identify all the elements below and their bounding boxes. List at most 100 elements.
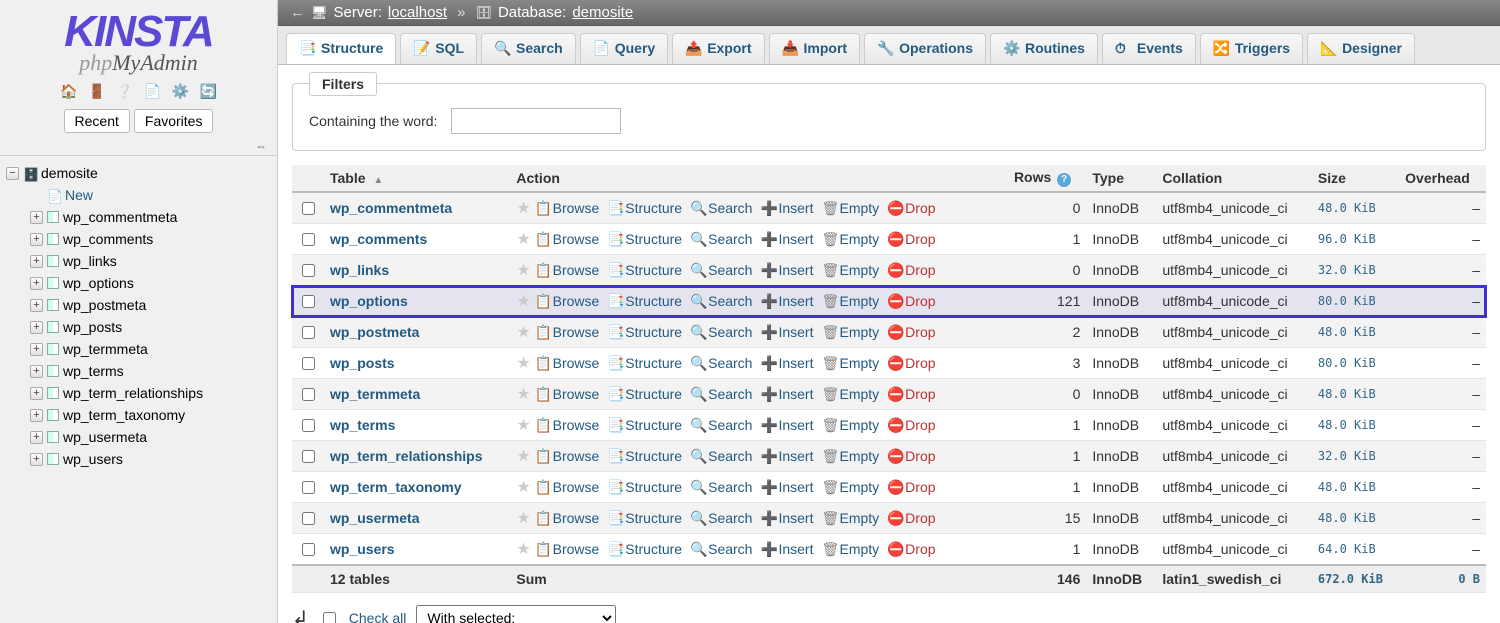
drop-link[interactable]: Drop bbox=[887, 417, 935, 433]
table-name-link[interactable]: wp_postmeta bbox=[330, 324, 419, 340]
structure-link[interactable]: Structure bbox=[607, 386, 682, 402]
drop-link[interactable]: Drop bbox=[887, 479, 935, 495]
reload-icon[interactable] bbox=[198, 83, 218, 99]
structure-link[interactable]: Structure bbox=[607, 293, 682, 309]
structure-link[interactable]: Structure bbox=[607, 262, 682, 278]
insert-link[interactable]: Insert bbox=[760, 293, 813, 309]
browse-link[interactable]: Browse bbox=[535, 324, 600, 340]
search-link[interactable]: Search bbox=[690, 541, 752, 557]
tree-expand-icon[interactable]: + bbox=[30, 387, 43, 400]
tree-new-row[interactable]: New bbox=[4, 184, 277, 206]
tree-table-name[interactable]: wp_term_relationships bbox=[63, 385, 203, 401]
tab-import[interactable]: Import bbox=[769, 33, 861, 64]
favorite-star-icon[interactable] bbox=[516, 417, 530, 433]
row-checkbox[interactable] bbox=[302, 357, 315, 370]
search-link[interactable]: Search bbox=[690, 510, 752, 526]
search-link[interactable]: Search bbox=[690, 293, 752, 309]
tree-table-row[interactable]: +wp_usermeta bbox=[4, 426, 277, 448]
browse-link[interactable]: Browse bbox=[535, 293, 600, 309]
drop-link[interactable]: Drop bbox=[887, 355, 935, 371]
favorite-star-icon[interactable] bbox=[516, 355, 530, 371]
tree-table-row[interactable]: +wp_links bbox=[4, 250, 277, 272]
row-checkbox[interactable] bbox=[302, 264, 315, 277]
tab-export[interactable]: Export bbox=[672, 33, 764, 64]
drop-link[interactable]: Drop bbox=[887, 541, 935, 557]
table-name-link[interactable]: wp_term_taxonomy bbox=[330, 479, 461, 495]
row-checkbox[interactable] bbox=[302, 419, 315, 432]
tree-table-name[interactable]: wp_posts bbox=[63, 319, 122, 335]
tree-expand-icon[interactable]: + bbox=[30, 431, 43, 444]
drop-link[interactable]: Drop bbox=[887, 324, 935, 340]
insert-link[interactable]: Insert bbox=[760, 262, 813, 278]
tree-table-name[interactable]: wp_options bbox=[63, 275, 134, 291]
empty-link[interactable]: Empty bbox=[821, 231, 879, 247]
rows-help-icon[interactable]: ? bbox=[1057, 173, 1071, 187]
tree-table-row[interactable]: +wp_options bbox=[4, 272, 277, 294]
row-checkbox[interactable] bbox=[302, 326, 315, 339]
tree-expand-icon[interactable]: + bbox=[30, 233, 43, 246]
tab-query[interactable]: Query bbox=[580, 33, 668, 64]
empty-link[interactable]: Empty bbox=[821, 200, 879, 216]
drop-link[interactable]: Drop bbox=[887, 231, 935, 247]
browse-link[interactable]: Browse bbox=[535, 200, 600, 216]
tree-table-name[interactable]: wp_commentmeta bbox=[63, 209, 177, 225]
empty-link[interactable]: Empty bbox=[821, 293, 879, 309]
recent-button[interactable]: Recent bbox=[64, 109, 130, 133]
breadcrumb-arrow-icon[interactable]: ← bbox=[290, 4, 305, 21]
drop-link[interactable]: Drop bbox=[887, 293, 935, 309]
row-checkbox[interactable] bbox=[302, 233, 315, 246]
tree-table-row[interactable]: + wp_posts bbox=[4, 316, 277, 338]
row-checkbox[interactable] bbox=[302, 202, 315, 215]
col-rows[interactable]: Rows ? bbox=[1008, 165, 1086, 192]
tree-expand-icon[interactable]: + bbox=[30, 299, 43, 312]
logout-icon[interactable] bbox=[87, 83, 107, 99]
empty-link[interactable]: Empty bbox=[821, 262, 879, 278]
drop-link[interactable]: Drop bbox=[887, 448, 935, 464]
tree-table-row[interactable]: + wp_term_relationships bbox=[4, 382, 277, 404]
tree-db-name[interactable]: demosite bbox=[41, 165, 98, 181]
browse-link[interactable]: Browse bbox=[535, 541, 600, 557]
insert-link[interactable]: Insert bbox=[760, 448, 813, 464]
search-link[interactable]: Search bbox=[690, 200, 752, 216]
empty-link[interactable]: Empty bbox=[821, 417, 879, 433]
tab-designer[interactable]: Designer bbox=[1307, 33, 1415, 64]
table-name-link[interactable]: wp_links bbox=[330, 262, 389, 278]
empty-link[interactable]: Empty bbox=[821, 541, 879, 557]
browse-link[interactable]: Browse bbox=[535, 262, 600, 278]
search-link[interactable]: Search bbox=[690, 479, 752, 495]
tab-structure[interactable]: Structure bbox=[286, 33, 396, 65]
browse-link[interactable]: Browse bbox=[535, 510, 600, 526]
tree-table-name[interactable]: wp_term_taxonomy bbox=[63, 407, 185, 423]
tree-table-row[interactable]: +wp_commentmeta bbox=[4, 206, 277, 228]
tree-expand-icon[interactable]: + bbox=[30, 343, 43, 356]
empty-link[interactable]: Empty bbox=[821, 324, 879, 340]
table-name-link[interactable]: wp_term_relationships bbox=[330, 448, 483, 464]
tab-triggers[interactable]: Triggers bbox=[1200, 33, 1303, 64]
table-name-link[interactable]: wp_comments bbox=[330, 231, 427, 247]
favorite-star-icon[interactable] bbox=[516, 541, 530, 557]
help-icon[interactable] bbox=[115, 83, 135, 99]
favorite-star-icon[interactable] bbox=[516, 510, 530, 526]
favorite-star-icon[interactable] bbox=[516, 231, 530, 247]
browse-link[interactable]: Browse bbox=[535, 355, 600, 371]
favorite-star-icon[interactable] bbox=[516, 324, 530, 340]
home-icon[interactable] bbox=[59, 83, 79, 99]
tree-table-row[interactable]: +wp_postmeta bbox=[4, 294, 277, 316]
favorite-star-icon[interactable] bbox=[516, 386, 530, 402]
structure-link[interactable]: Structure bbox=[607, 324, 682, 340]
search-link[interactable]: Search bbox=[690, 386, 752, 402]
empty-link[interactable]: Empty bbox=[821, 479, 879, 495]
tree-expand-icon[interactable]: + bbox=[30, 365, 43, 378]
tree-expand-icon[interactable]: + bbox=[30, 321, 43, 334]
tab-sql[interactable]: SQL bbox=[400, 33, 477, 64]
favorite-star-icon[interactable] bbox=[516, 293, 530, 309]
browse-link[interactable]: Browse bbox=[535, 448, 600, 464]
browse-link[interactable]: Browse bbox=[535, 417, 600, 433]
browse-link[interactable]: Browse bbox=[535, 479, 600, 495]
tab-operations[interactable]: Operations bbox=[864, 33, 986, 64]
table-name-link[interactable]: wp_usermeta bbox=[330, 510, 419, 526]
with-selected-select[interactable]: With selected: bbox=[416, 605, 616, 623]
table-name-link[interactable]: wp_options bbox=[330, 293, 408, 309]
table-name-link[interactable]: wp_termmeta bbox=[330, 386, 420, 402]
tree-table-name[interactable]: wp_users bbox=[63, 451, 123, 467]
